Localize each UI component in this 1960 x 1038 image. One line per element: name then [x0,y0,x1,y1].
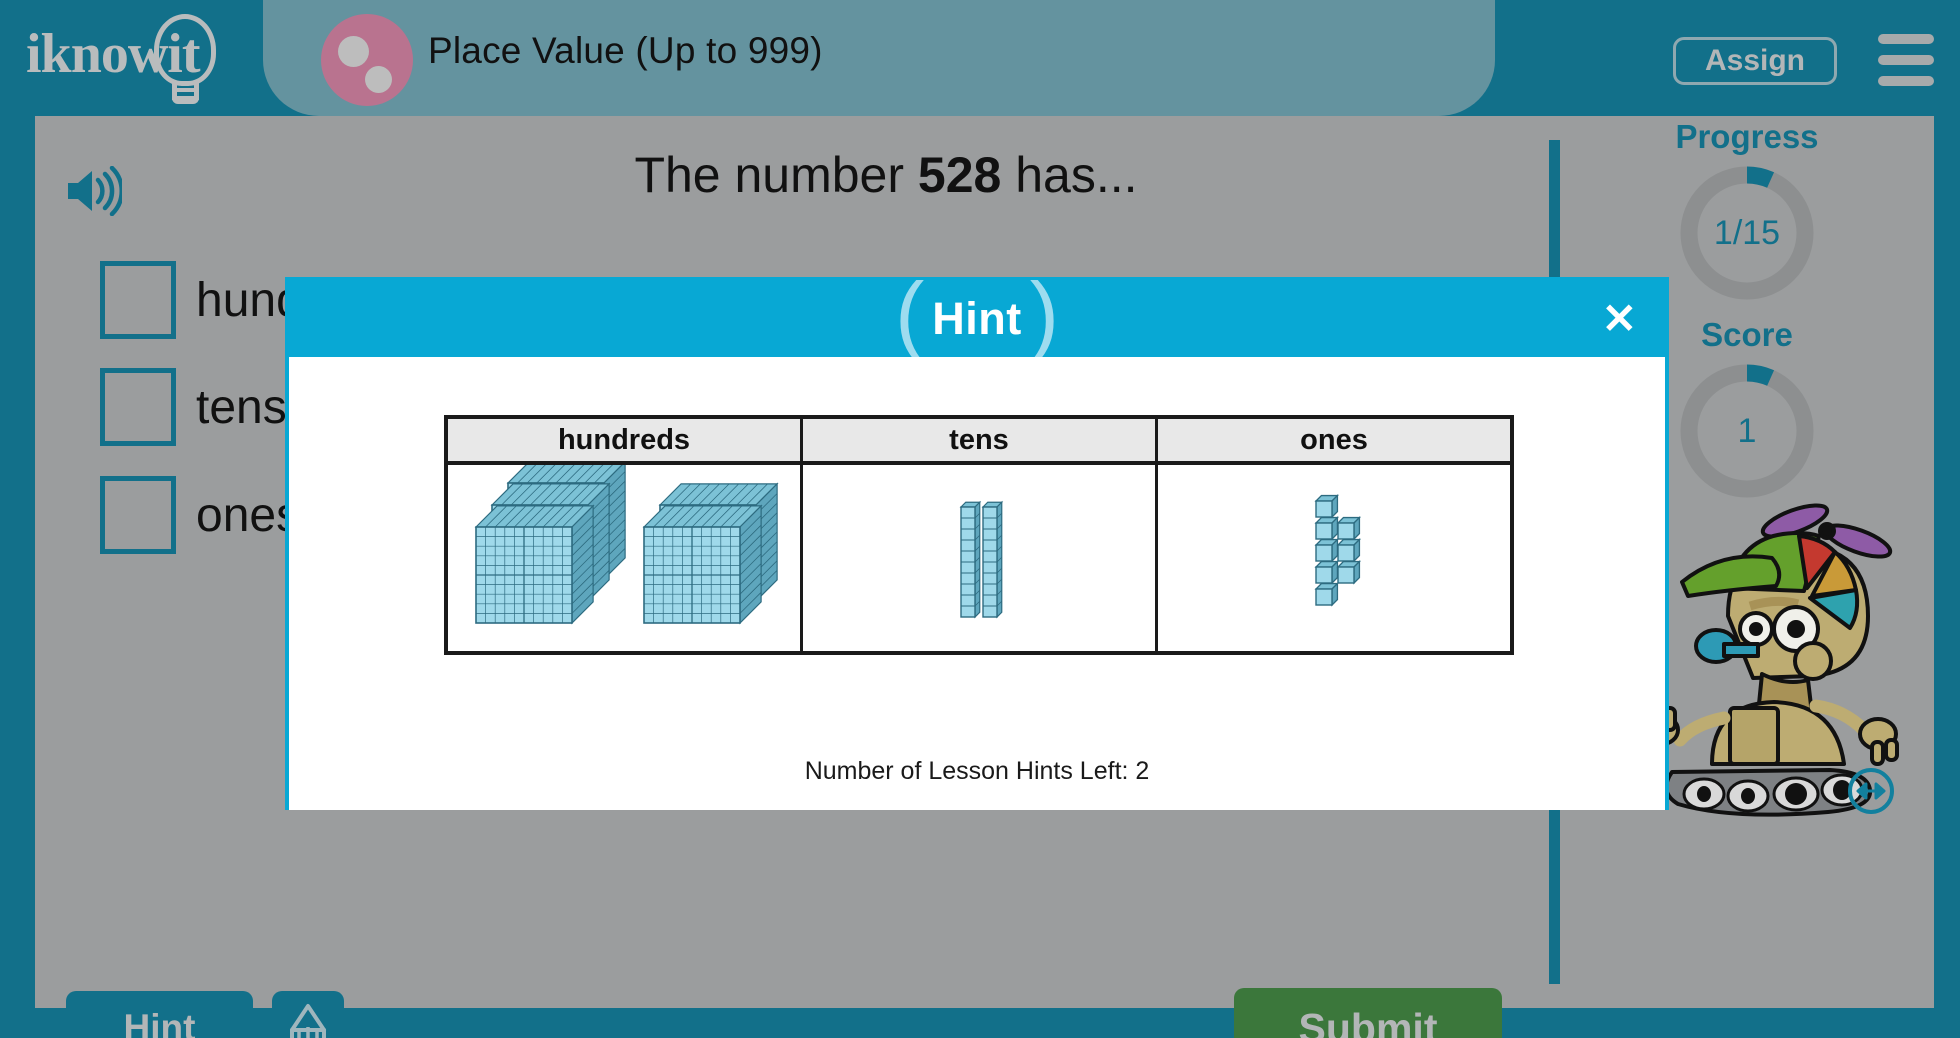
tens-rods-group [803,465,1155,651]
hint-button[interactable]: Hint [66,991,253,1038]
scratchpad-button[interactable] [272,991,344,1038]
lightbulb-icon [154,14,216,86]
place-value-blocks-row [448,465,1510,651]
question-text: The number 528 has... [326,146,1446,204]
hint-dialog-title: Hint [932,293,1022,344]
lightbulb-base-icon [172,82,199,104]
pencil-icon [290,1004,326,1038]
avatar-dot-icon [365,66,392,93]
hundreds-flats-group [448,465,800,651]
assign-button[interactable]: Assign [1673,37,1837,85]
score-value: 1 [1737,411,1757,450]
answer-label-tens: tens [196,380,287,434]
column-header-hundreds: hundreds [448,419,803,461]
hamburger-menu-icon[interactable] [1878,34,1934,86]
hint-dialog: ( Hint ) ✕ hundreds tens ones Number of … [285,270,1669,810]
menu-bar [1878,34,1934,44]
answer-row: ones [100,476,300,554]
hints-left-text: Number of Lesson Hints Left: 2 [804,757,1150,785]
place-value-table: hundreds tens ones [444,415,1514,655]
question-suffix: has... [1001,147,1138,203]
lesson-title: Place Value (Up to 999) [428,30,823,71]
tens-input[interactable] [100,368,176,446]
hint-dialog-header: ( Hint ) ✕ [289,270,1665,358]
hint-dialog-body: hundreds tens ones Number of Lesson Hint… [289,357,1665,810]
hint-title-group: ( Hint ) [895,270,1059,358]
place-value-header-row: hundreds tens ones [448,419,1510,465]
column-header-tens: tens [803,419,1158,461]
ones-cubes-group [1158,465,1510,651]
submit-button[interactable]: Submit [1234,988,1502,1038]
resize-horizontal-icon[interactable] [1846,766,1896,816]
column-header-ones: ones [1158,419,1510,461]
lesson-banner: Place Value (Up to 999) [263,0,1495,116]
menu-bar [1878,55,1934,65]
cell-ones [1158,465,1510,651]
question-number: 528 [917,147,1002,203]
menu-bar [1878,76,1934,86]
answer-row: tens [100,368,287,446]
lightbulb-line-icon [172,88,199,92]
left-rail [26,116,35,1008]
lightbulb-line-icon [172,96,199,100]
close-icon[interactable]: ✕ [1602,298,1637,340]
lesson-avatar-icon [321,14,413,106]
progress-label: Progress [1675,118,1819,155]
ones-input[interactable] [100,476,176,554]
cell-hundreds [448,465,803,651]
progress-ring: 1/15 [1672,158,1822,308]
progress-value: 1/15 [1713,213,1781,252]
avatar-dot-icon [338,36,369,67]
iknowit-logo[interactable]: iknowit [22,8,237,106]
score-ring: 1 [1672,356,1822,506]
decorative-paren-left: ( [894,264,925,363]
hundreds-input[interactable] [100,261,176,339]
cell-tens [803,465,1158,651]
question-prefix: The number [634,147,918,203]
speaker-icon[interactable] [64,165,124,217]
decorative-paren-right: ) [1029,264,1060,363]
app-header: iknowit Place Value (Up to 999) Assign [0,0,1960,116]
app-root: iknowit Place Value (Up to 999) Assign T… [0,0,1960,1038]
